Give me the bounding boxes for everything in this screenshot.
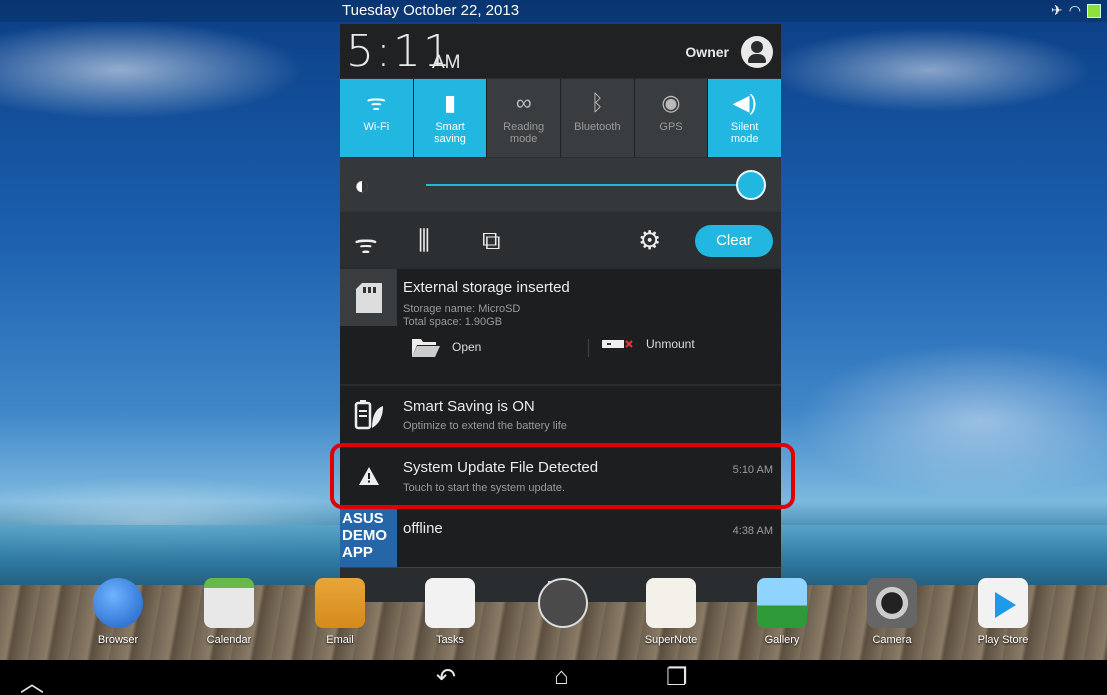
avatar-icon[interactable] [741, 36, 773, 68]
clear-button[interactable]: Clear [695, 225, 773, 257]
qs-tile-smart-saving[interactable]: ▮ Smart saving [413, 79, 487, 157]
unmount-label: Unmount [646, 337, 695, 351]
unmount-icon [602, 340, 633, 348]
dock-app-gallery[interactable]: Gallery [747, 578, 817, 646]
up-arrow-icon[interactable]: ︿ [20, 663, 44, 695]
back-icon[interactable]: ↶ [436, 663, 456, 692]
speaker-icon: ◀) [732, 90, 757, 115]
highlight-annotation [330, 443, 795, 509]
wifi-icon: ᯤ [366, 90, 387, 115]
qs-label-silent-mode: Silent mode [730, 121, 759, 145]
action-divider [588, 339, 589, 357]
status-date: Tuesday October 22, 2013 [342, 2, 520, 19]
qs-label-bluetooth: Bluetooth [574, 121, 621, 133]
open-button[interactable]: Open [412, 337, 481, 357]
picture-icon [757, 578, 807, 628]
owner-label[interactable]: Owner [685, 44, 729, 60]
brightness-icon[interactable]: ◐ [354, 170, 370, 201]
panel-header: 5:11 AM Owner [340, 24, 781, 78]
dock-label-email: Email [326, 634, 354, 646]
audio-wizard-icon[interactable]: ⫼ [418, 225, 430, 257]
notification-storage-line2: Total space: 1.90GB [403, 316, 503, 328]
no-signal-icon: ✈ [1051, 2, 1063, 18]
brightness-slider-thumb[interactable] [736, 170, 767, 200]
notification-smart-saving-title: Smart Saving is ON [403, 398, 535, 415]
notification-storage-title: External storage inserted [403, 279, 570, 296]
notification-storage-line1: Storage name: MicroSD [403, 303, 521, 315]
asus-demo-app-icon: ASUS DEMO APP [340, 508, 397, 567]
dock-label-browser: Browser [97, 634, 139, 646]
quick-settings: ᯤ Wi-Fi ▮ Smart saving ∞ Reading mode ᛒ … [340, 79, 782, 157]
globe-icon [93, 578, 143, 628]
qs-tile-reading-mode[interactable]: ∞ Reading mode [487, 79, 561, 157]
dock-label-gallery: Gallery [764, 634, 800, 646]
battery-leaf-icon: ▮ [443, 90, 457, 115]
notification-offline[interactable]: ASUS DEMO APP offline 4:38 AM [340, 508, 781, 567]
notification-storage[interactable]: External storage inserted Storage name: … [340, 269, 781, 384]
app-drawer-icon [538, 578, 588, 628]
dock-label-supernote: SuperNote [644, 634, 698, 646]
asus-demo-app-icon-text: ASUS DEMO APP [342, 510, 387, 561]
dock-label-calendar: Calendar [206, 634, 252, 646]
qs-label-reading-mode: Reading mode [503, 121, 545, 145]
screen-cast-icon[interactable]: ⧉ [482, 225, 501, 257]
navigation-bar: ︿ ↶ ⌂ ❐ [0, 660, 1107, 695]
status-icons: ✈ ◠ [1051, 2, 1101, 19]
gear-icon[interactable]: ⚙ [638, 225, 661, 256]
notebook-icon [646, 578, 696, 628]
qs-label-gps: GPS [659, 121, 683, 133]
unmount-button[interactable]: Unmount [602, 337, 695, 351]
checkmark-icon [425, 578, 475, 628]
dock-app-browser[interactable]: Browser [83, 578, 153, 646]
status-bar[interactable]: Tuesday October 22, 2013 ✈ ◠ [0, 0, 1107, 22]
qs-tile-wifi[interactable]: ᯤ Wi-Fi [340, 79, 413, 157]
dock-app-calendar[interactable]: Calendar [194, 578, 264, 646]
dock-app-tasks[interactable]: Tasks [415, 578, 485, 646]
glasses-icon: ∞ [515, 90, 532, 115]
dock-label-camera: Camera [872, 634, 912, 646]
notification-panel: 5:11 AM Owner ᯤ Wi-Fi ▮ Smart saving ∞ R… [340, 24, 782, 602]
dock-label-tasks: Tasks [435, 634, 465, 646]
envelope-icon [315, 578, 365, 628]
dock-app-camera[interactable]: Camera [857, 578, 927, 646]
qs-label-smart-saving: Smart saving [434, 121, 466, 145]
dock-app-all-apps[interactable] [528, 578, 598, 628]
notification-offline-title: offline [403, 520, 443, 537]
battery-leaf-icon [340, 386, 397, 443]
bluetooth-icon: ᛒ [590, 90, 604, 115]
wifi-settings-icon[interactable]: ᯤ [354, 225, 378, 261]
sd-card-icon [340, 269, 397, 326]
qs-tile-bluetooth[interactable]: ᛒ Bluetooth [561, 79, 634, 157]
notification-offline-time: 4:38 AM [732, 525, 773, 537]
notification-smart-saving[interactable]: Smart Saving is ON Optimize to extend th… [340, 386, 781, 444]
wifi-status-icon: ◠ [1068, 2, 1081, 18]
dock-app-supernote[interactable]: SuperNote [636, 578, 706, 646]
camera-icon [867, 578, 917, 628]
qs-tile-silent-mode[interactable]: ◀) Silent mode [708, 79, 782, 157]
gps-icon: ◉ [661, 90, 681, 115]
battery-icon [1087, 3, 1101, 18]
calendar-icon [204, 578, 254, 628]
tools-row: ᯤ ⫼ ⧉ ⚙ Clear [340, 213, 781, 267]
qs-tile-gps[interactable]: ◉ GPS [634, 79, 708, 157]
qs-label-wifi: Wi-Fi [363, 121, 390, 133]
brightness-slider[interactable] [426, 170, 767, 200]
dock-app-email[interactable]: Email [305, 578, 375, 646]
dock-app-play-store[interactable]: Play Store [968, 578, 1038, 646]
open-label: Open [452, 340, 482, 354]
dock-label-play-store: Play Store [977, 634, 1029, 646]
notification-smart-saving-text: Optimize to extend the battery life [403, 420, 567, 432]
play-store-icon [978, 578, 1028, 628]
brightness-row: ◐ [340, 158, 781, 212]
recent-apps-icon[interactable]: ❐ [666, 663, 688, 692]
folder-icon [412, 339, 440, 357]
home-icon[interactable]: ⌂ [554, 663, 569, 691]
brightness-slider-fill [426, 184, 752, 186]
clock-ampm: AM [432, 52, 461, 73]
